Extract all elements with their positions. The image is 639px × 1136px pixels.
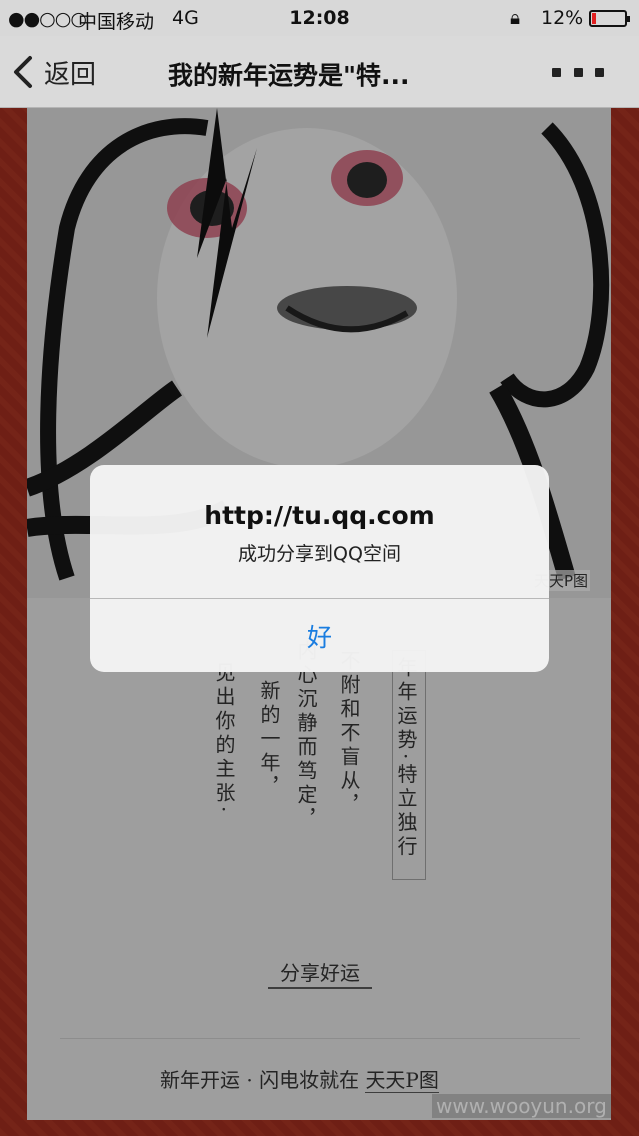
alert-message: 成功分享到QQ空间 (238, 543, 401, 565)
battery-percent: 12% (541, 7, 584, 29)
battery-fill (592, 13, 596, 24)
back-button[interactable]: 返回 (12, 54, 96, 90)
share-success-alert: http://tu.qq.com 成功分享到QQ空间 好 (90, 465, 549, 672)
orientation-lock-icon: 🔒︎ (510, 7, 521, 29)
ellipsis-icon (552, 67, 561, 77)
page-title: 我的新年运势是"特... (168, 61, 410, 90)
ellipsis-icon (573, 67, 583, 77)
chevron-left-icon (14, 56, 32, 88)
battery-icon (589, 10, 630, 27)
alert-title: http://tu.qq.com (204, 501, 435, 530)
status-bar: ●●○○○ 中国移动 4G 12:08 🔒︎ 12% (0, 0, 639, 36)
navigation-bar: 返回 我的新年运势是"特... (0, 36, 639, 108)
back-button-label: 返回 (44, 59, 97, 90)
ellipsis-icon (595, 67, 604, 77)
alert-ok-button[interactable]: 好 (90, 599, 549, 672)
more-menu-button[interactable] (552, 62, 604, 82)
